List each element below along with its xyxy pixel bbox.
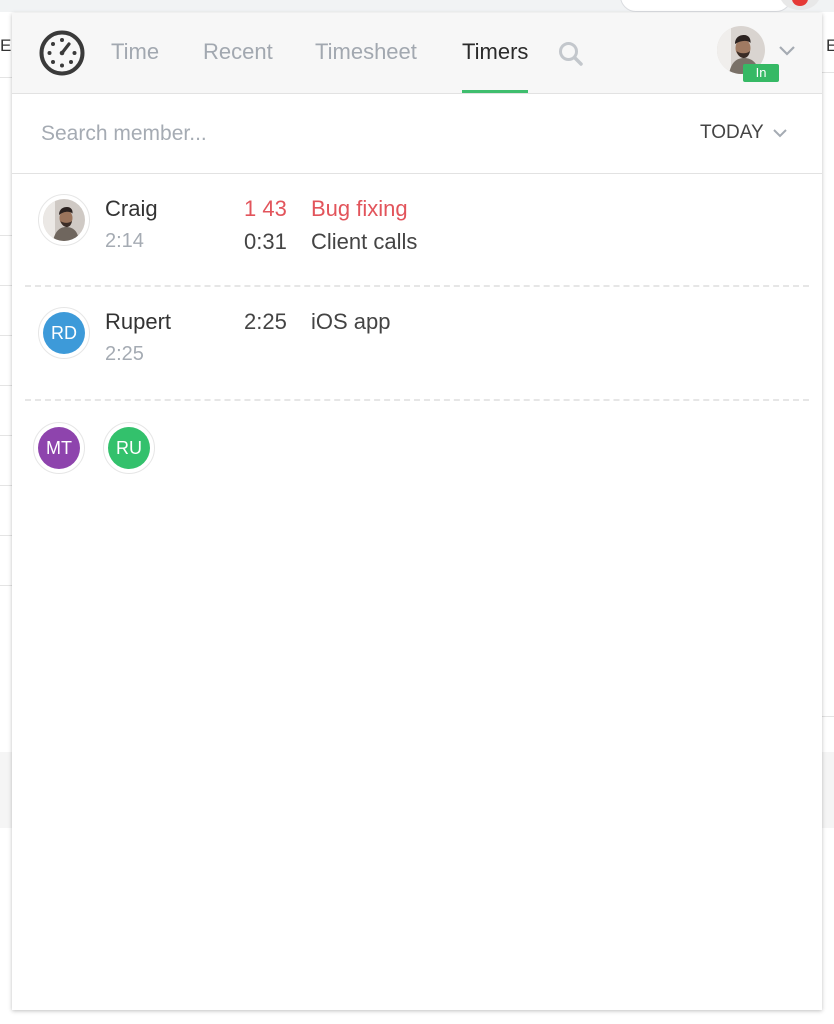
avatar[interactable]: MT	[33, 422, 85, 474]
member-total: 2:25	[105, 343, 144, 365]
timer-time: 0:31	[244, 229, 287, 254]
filter-bar: TODAY	[12, 94, 822, 174]
member-name: Rupert	[105, 309, 172, 334]
member-row[interactable]: RD Rupert 2:25 2:25 iOS app	[25, 287, 809, 401]
bg-divider	[0, 335, 12, 336]
member-name: Craig	[105, 196, 158, 221]
chevron-down-icon[interactable]	[778, 45, 796, 57]
chevron-down-icon	[772, 129, 787, 138]
bg-divider	[0, 235, 12, 236]
avatar[interactable]: RU	[103, 422, 155, 474]
member-photo	[43, 199, 85, 241]
avatar: RD	[38, 307, 90, 359]
avatar-initials: MT	[38, 427, 80, 469]
stopwatch-icon[interactable]	[38, 29, 86, 77]
idle-members: MT RU	[25, 401, 809, 481]
tab-timesheet[interactable]: Timesheet	[315, 39, 417, 93]
background-text-right: E	[826, 36, 834, 55]
bg-divider	[0, 77, 12, 78]
avatar	[38, 194, 90, 246]
search-icon[interactable]	[557, 40, 585, 68]
bg-divider	[0, 585, 12, 586]
member-total: 2:14	[105, 230, 144, 252]
tab-time[interactable]: Time	[111, 39, 159, 93]
bg-block	[0, 752, 12, 828]
tab-recent[interactable]: Recent	[203, 39, 273, 93]
search-member-input[interactable]	[41, 116, 541, 152]
bg-divider	[0, 385, 12, 386]
timers-popup: Time Recent Timesheet Timers In TODAY	[12, 13, 822, 1010]
period-label: TODAY	[700, 122, 764, 143]
timer-time: 2:25	[244, 309, 287, 334]
timer-time: 1 43	[244, 196, 287, 221]
status-badge: In	[743, 64, 779, 82]
timer-label: Client calls	[311, 229, 418, 254]
bg-divider	[822, 72, 834, 73]
app-header: Time Recent Timesheet Timers In	[12, 13, 822, 94]
bg-divider	[822, 716, 834, 717]
bg-divider	[0, 435, 12, 436]
bg-divider	[0, 535, 12, 536]
browser-extension-pill	[620, 0, 792, 12]
bg-block	[822, 752, 834, 828]
timer-label: Bug fixing	[311, 196, 408, 221]
tab-timers[interactable]: Timers	[462, 39, 529, 93]
bg-divider	[0, 485, 12, 486]
period-dropdown[interactable]: TODAY	[700, 122, 788, 144]
avatar-initials: RU	[108, 427, 150, 469]
member-row[interactable]: Craig 2:14 1 43 Bug fixing 0:31 Client c…	[25, 174, 809, 287]
avatar-initials: RD	[43, 312, 85, 354]
bg-divider	[0, 285, 12, 286]
timer-label: iOS app	[311, 309, 391, 334]
background-text-left: E	[0, 36, 12, 55]
